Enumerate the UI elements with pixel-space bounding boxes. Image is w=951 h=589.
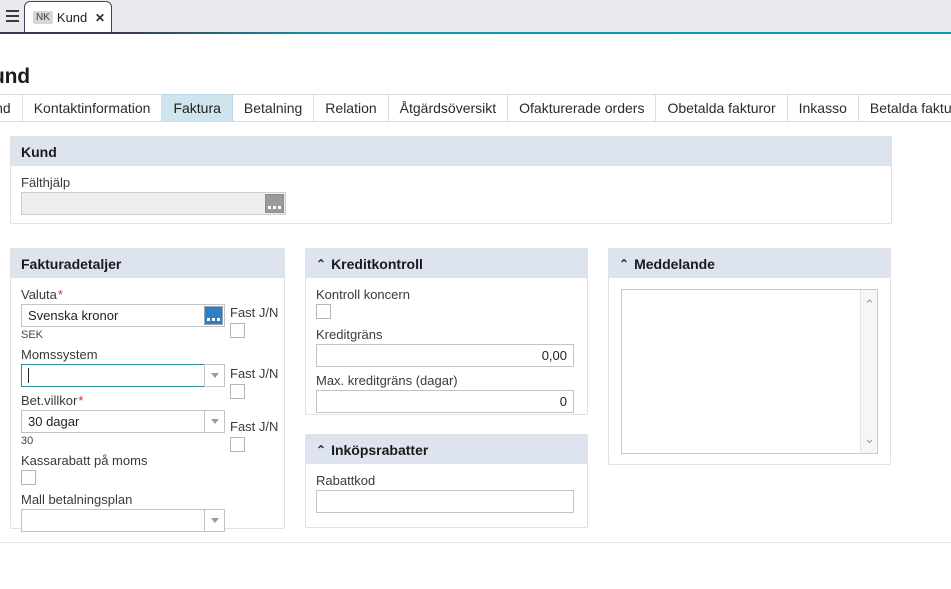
- bet-villkor-combo[interactable]: 30 dagar: [21, 410, 225, 433]
- valuta-label-text: Valuta: [21, 287, 57, 302]
- falthjalp-input[interactable]: [21, 192, 286, 215]
- panel-meddelande: ⌃ Meddelande ⌃ ⌄: [608, 248, 891, 465]
- falthjalp-label: Fälthjälp: [21, 175, 71, 190]
- meddelande-scrollbar[interactable]: ⌃ ⌄: [860, 290, 877, 453]
- kontroll-koncern-checkbox[interactable]: [316, 304, 331, 319]
- meddelande-textarea-wrap: ⌃ ⌄: [621, 289, 878, 454]
- fast-jn-checkbox-valuta[interactable]: [230, 323, 245, 338]
- collapse-chevron-icon[interactable]: ⌃: [316, 258, 326, 270]
- panel-kreditkontroll-body: Kontroll koncern Kreditgräns 0,00 Max. k…: [306, 278, 587, 423]
- panel-kreditkontroll: ⌃ Kreditkontroll Kontroll koncern Kredit…: [305, 248, 588, 415]
- scroll-up-icon[interactable]: ⌃: [864, 298, 875, 311]
- fast-jn-group-momssystem: Fast J/N: [230, 366, 278, 399]
- max-kreditgrans-input[interactable]: 0: [316, 390, 574, 413]
- tab-bar: Kund Kontaktinformation Faktura Betalnin…: [0, 94, 951, 122]
- mall-betalningsplan-combo[interactable]: [21, 509, 225, 532]
- kreditgrans-label: Kreditgräns: [316, 327, 383, 342]
- bet-villkor-label-text: Bet.villkor: [21, 393, 78, 408]
- falthjalp-field-wrap: [21, 192, 286, 215]
- panel-kreditkontroll-header[interactable]: ⌃ Kreditkontroll: [306, 249, 587, 278]
- collapse-chevron-icon[interactable]: ⌃: [619, 258, 629, 270]
- panel-kund-title: Kund: [21, 143, 57, 160]
- text-caret: [28, 368, 29, 383]
- ellipsis-browse-icon[interactable]: [265, 194, 284, 213]
- bet-villkor-input[interactable]: 30 dagar: [21, 410, 204, 433]
- scroll-down-icon[interactable]: ⌄: [864, 432, 875, 445]
- tab-obetalda-fakturor[interactable]: Obetalda fakturor: [656, 94, 788, 122]
- fast-jn-checkbox-momssystem[interactable]: [230, 384, 245, 399]
- rabattkod-label: Rabattkod: [316, 473, 376, 488]
- panel-inkopsrabatter-header[interactable]: ⌃ Inköpsrabatter: [306, 435, 587, 464]
- tab-title: Kund: [56, 10, 88, 25]
- tab-betalda-fakturor[interactable]: Betalda fakturor: [858, 94, 951, 122]
- rabattkod-input[interactable]: [316, 490, 574, 513]
- kassarabatt-checkbox[interactable]: [21, 470, 36, 485]
- tab-relation[interactable]: Relation: [314, 94, 389, 122]
- browser-tab-kund[interactable]: NK Kund ✕: [24, 1, 112, 33]
- momssystem-combo[interactable]: [21, 364, 225, 387]
- tab-faktura[interactable]: Faktura: [162, 94, 233, 122]
- panel-kund-body: Fälthjälp: [11, 166, 891, 225]
- hamburger-menu-icon[interactable]: [2, 6, 22, 26]
- chevron-down-icon[interactable]: [204, 509, 225, 532]
- panel-inkopsrabatter-title: Inköpsrabatter: [331, 441, 429, 458]
- valuta-label: Valuta*: [21, 287, 274, 302]
- fast-jn-checkbox-bet-villkor[interactable]: [230, 437, 245, 452]
- kassarabatt-label: Kassarabatt på moms: [21, 453, 148, 468]
- panel-fakturadetaljer-body: Valuta* Svenska kronor SEK Momssystem Be…: [11, 278, 284, 542]
- tab-ofakturerade-orders[interactable]: Ofakturerade orders: [508, 94, 657, 122]
- tab-betalning[interactable]: Betalning: [232, 94, 315, 122]
- fast-jn-label: Fast J/N: [230, 419, 279, 434]
- panel-inkopsrabatter-body: Rabattkod: [306, 464, 587, 523]
- meddelande-textarea[interactable]: [622, 290, 860, 453]
- footer-divider: [0, 542, 951, 543]
- fast-jn-label: Fast J/N: [230, 366, 279, 381]
- close-icon[interactable]: ✕: [95, 11, 105, 25]
- momssystem-label: Momssystem: [21, 347, 98, 362]
- mall-betalningsplan-input[interactable]: [21, 509, 204, 532]
- tab-kund[interactable]: Kund: [0, 94, 23, 122]
- fast-jn-group-bet-villkor: Fast J/N: [230, 419, 278, 452]
- valuta-input[interactable]: Svenska kronor: [21, 304, 225, 327]
- collapse-chevron-icon[interactable]: ⌃: [316, 444, 326, 456]
- valuta-required-marker: *: [57, 287, 63, 302]
- tab-badge: NK: [33, 11, 53, 24]
- ellipsis-browse-icon[interactable]: [204, 306, 223, 325]
- browser-tab-strip: NK Kund ✕: [0, 0, 951, 33]
- momssystem-input[interactable]: [21, 364, 204, 387]
- tab-kontaktinformation[interactable]: Kontaktinformation: [22, 94, 163, 122]
- fast-jn-label: Fast J/N: [230, 305, 279, 320]
- panel-meddelande-header[interactable]: ⌃ Meddelande: [609, 249, 890, 278]
- kreditgrans-input[interactable]: 0,00: [316, 344, 574, 367]
- bet-villkor-required-marker: *: [78, 393, 84, 408]
- app-content: und Kund Kontaktinformation Faktura Beta…: [0, 34, 951, 589]
- tab-bar-underline: [0, 121, 951, 122]
- tab-inkasso[interactable]: Inkasso: [787, 94, 859, 122]
- fast-jn-group-valuta: Fast J/N: [230, 305, 278, 338]
- valuta-field-wrap: Svenska kronor: [21, 304, 225, 327]
- panel-meddelande-body: ⌃ ⌄: [609, 278, 890, 466]
- tab-atgardsoversikt[interactable]: Åtgärdsöversikt: [388, 94, 509, 122]
- panel-fakturadetaljer-title: Fakturadetaljer: [21, 255, 122, 272]
- panel-kreditkontroll-title: Kreditkontroll: [331, 255, 423, 272]
- kontroll-koncern-label: Kontroll koncern: [316, 287, 410, 302]
- panel-inkopsrabatter: ⌃ Inköpsrabatter Rabattkod: [305, 434, 588, 528]
- max-kreditgrans-label: Max. kreditgräns (dagar): [316, 373, 458, 388]
- panel-fakturadetaljer: Fakturadetaljer Valuta* Svenska kronor S…: [10, 248, 285, 532]
- panel-kund: Kund Fälthjälp: [10, 136, 892, 224]
- panel-meddelande-title: Meddelande: [634, 255, 715, 272]
- chevron-down-icon[interactable]: [204, 364, 225, 387]
- page-title: und: [0, 65, 30, 88]
- panel-fakturadetaljer-header: Fakturadetaljer: [11, 249, 284, 278]
- panel-kund-header: Kund: [11, 137, 891, 166]
- chevron-down-icon[interactable]: [204, 410, 225, 433]
- mall-betalningsplan-label: Mall betalningsplan: [21, 492, 133, 507]
